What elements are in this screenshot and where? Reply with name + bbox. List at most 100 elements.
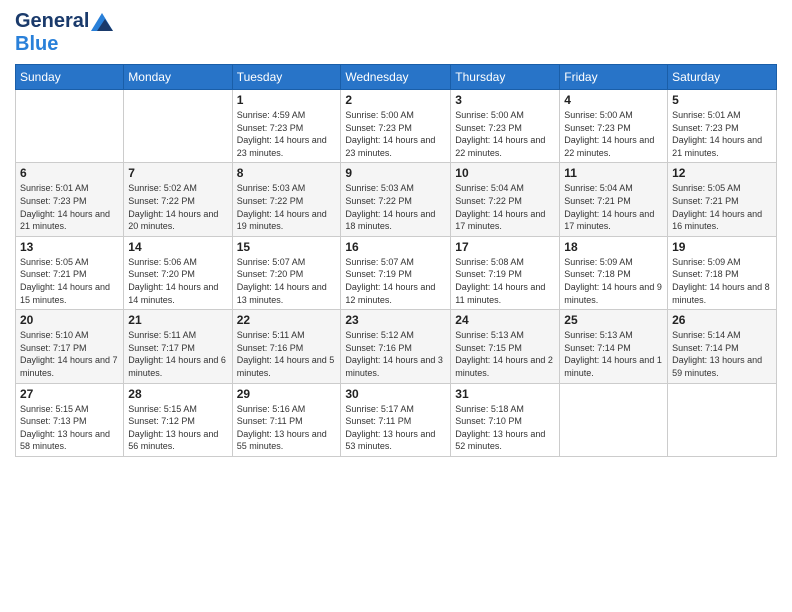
cell-info: Sunrise: 5:11 AMSunset: 7:17 PMDaylight:… bbox=[128, 329, 227, 379]
day-number: 15 bbox=[237, 240, 337, 254]
calendar-cell: 30 Sunrise: 5:17 AMSunset: 7:11 PMDayligh… bbox=[341, 383, 451, 456]
weekday-header-monday: Monday bbox=[124, 65, 232, 90]
calendar-cell: 31 Sunrise: 5:18 AMSunset: 7:10 PMDayligh… bbox=[451, 383, 560, 456]
week-row-2: 6Sunrise: 5:01 AMSunset: 7:23 PMDaylight… bbox=[16, 163, 777, 236]
day-number: 28 bbox=[128, 387, 227, 401]
day-number: 22 bbox=[237, 313, 337, 327]
cell-info: Sunrise: 5:18 AMSunset: 7:10 PMDaylight:… bbox=[455, 403, 555, 453]
weekday-header-tuesday: Tuesday bbox=[232, 65, 341, 90]
cell-info: Sunrise: 5:02 AMSunset: 7:22 PMDaylight:… bbox=[128, 182, 227, 232]
cell-info: Sunrise: 5:05 AMSunset: 7:21 PMDaylight:… bbox=[672, 182, 772, 232]
calendar-table: SundayMondayTuesdayWednesdayThursdayFrid… bbox=[15, 64, 777, 457]
calendar-cell: 7 Sunrise: 5:02 AMSunset: 7:22 PMDaylight… bbox=[124, 163, 232, 236]
cell-info: Sunrise: 5:09 AMSunset: 7:18 PMDaylight:… bbox=[564, 256, 663, 306]
weekday-header-saturday: Saturday bbox=[668, 65, 777, 90]
calendar-cell: 8 Sunrise: 5:03 AMSunset: 7:22 PMDaylight… bbox=[232, 163, 341, 236]
day-number: 2 bbox=[345, 93, 446, 107]
calendar-cell: 5 Sunrise: 5:01 AMSunset: 7:23 PMDaylight… bbox=[668, 90, 777, 163]
cell-info: Sunrise: 5:00 AMSunset: 7:23 PMDaylight:… bbox=[564, 109, 663, 159]
cell-info: Sunrise: 5:01 AMSunset: 7:23 PMDaylight:… bbox=[20, 182, 119, 232]
calendar-cell: 1Sunrise: 4:59 AMSunset: 7:23 PMDaylight… bbox=[232, 90, 341, 163]
header: General Blue bbox=[15, 10, 777, 56]
calendar-cell: 29Sunrise: 5:16 AMSunset: 7:11 PMDayligh… bbox=[232, 383, 341, 456]
cell-info: Sunrise: 4:59 AMSunset: 7:23 PMDaylight:… bbox=[237, 109, 337, 159]
calendar-cell: 20 Sunrise: 5:10 AMSunset: 7:17 PMDayligh… bbox=[16, 310, 124, 383]
day-number: 8 bbox=[237, 166, 337, 180]
calendar-cell: 23 Sunrise: 5:12 AMSunset: 7:16 PMDayligh… bbox=[341, 310, 451, 383]
day-number: 26 bbox=[672, 313, 772, 327]
day-number: 3 bbox=[455, 93, 555, 107]
calendar-cell: 14 Sunrise: 5:06 AMSunset: 7:20 PMDayligh… bbox=[124, 236, 232, 309]
logo: General Blue bbox=[15, 10, 113, 56]
logo-icon bbox=[91, 13, 113, 31]
cell-info: Sunrise: 5:00 AMSunset: 7:23 PMDaylight:… bbox=[455, 109, 555, 159]
cell-info: Sunrise: 5:14 AMSunset: 7:14 PMDaylight:… bbox=[672, 329, 772, 379]
calendar-cell: 22Sunrise: 5:11 AMSunset: 7:16 PMDayligh… bbox=[232, 310, 341, 383]
day-number: 5 bbox=[672, 93, 772, 107]
calendar-cell: 9Sunrise: 5:03 AMSunset: 7:22 PMDaylight… bbox=[341, 163, 451, 236]
day-number: 31 bbox=[455, 387, 555, 401]
calendar-cell: 28 Sunrise: 5:15 AMSunset: 7:12 PMDayligh… bbox=[124, 383, 232, 456]
weekday-header-row: SundayMondayTuesdayWednesdayThursdayFrid… bbox=[16, 65, 777, 90]
calendar-cell: 13Sunrise: 5:05 AMSunset: 7:21 PMDayligh… bbox=[16, 236, 124, 309]
calendar-cell bbox=[560, 383, 668, 456]
calendar-cell: 17Sunrise: 5:08 AMSunset: 7:19 PMDayligh… bbox=[451, 236, 560, 309]
calendar-cell: 11Sunrise: 5:04 AMSunset: 7:21 PMDayligh… bbox=[560, 163, 668, 236]
cell-info: Sunrise: 5:13 AMSunset: 7:15 PMDaylight:… bbox=[455, 329, 555, 379]
cell-info: Sunrise: 5:06 AMSunset: 7:20 PMDaylight:… bbox=[128, 256, 227, 306]
cell-info: Sunrise: 5:01 AMSunset: 7:23 PMDaylight:… bbox=[672, 109, 772, 159]
calendar-cell: 16 Sunrise: 5:07 AMSunset: 7:19 PMDayligh… bbox=[341, 236, 451, 309]
calendar-cell: 10 Sunrise: 5:04 AMSunset: 7:22 PMDayligh… bbox=[451, 163, 560, 236]
logo-general: General bbox=[15, 10, 89, 33]
weekday-header-thursday: Thursday bbox=[451, 65, 560, 90]
logo-blue: Blue bbox=[15, 33, 58, 56]
cell-info: Sunrise: 5:10 AMSunset: 7:17 PMDaylight:… bbox=[20, 329, 119, 379]
cell-info: Sunrise: 5:15 AMSunset: 7:13 PMDaylight:… bbox=[20, 403, 119, 453]
cell-info: Sunrise: 5:07 AMSunset: 7:20 PMDaylight:… bbox=[237, 256, 337, 306]
calendar-cell: 21 Sunrise: 5:11 AMSunset: 7:17 PMDayligh… bbox=[124, 310, 232, 383]
day-number: 10 bbox=[455, 166, 555, 180]
cell-info: Sunrise: 5:17 AMSunset: 7:11 PMDaylight:… bbox=[345, 403, 446, 453]
day-number: 27 bbox=[20, 387, 119, 401]
calendar-cell: 26 Sunrise: 5:14 AMSunset: 7:14 PMDayligh… bbox=[668, 310, 777, 383]
calendar-cell: 27 Sunrise: 5:15 AMSunset: 7:13 PMDayligh… bbox=[16, 383, 124, 456]
cell-info: Sunrise: 5:12 AMSunset: 7:16 PMDaylight:… bbox=[345, 329, 446, 379]
weekday-header-friday: Friday bbox=[560, 65, 668, 90]
day-number: 16 bbox=[345, 240, 446, 254]
week-row-5: 27 Sunrise: 5:15 AMSunset: 7:13 PMDayligh… bbox=[16, 383, 777, 456]
day-number: 13 bbox=[20, 240, 119, 254]
calendar-page: General Blue SundayMondayTuesdayWednesda… bbox=[0, 0, 792, 612]
weekday-header-sunday: Sunday bbox=[16, 65, 124, 90]
week-row-4: 20 Sunrise: 5:10 AMSunset: 7:17 PMDayligh… bbox=[16, 310, 777, 383]
day-number: 7 bbox=[128, 166, 227, 180]
day-number: 4 bbox=[564, 93, 663, 107]
weekday-header-wednesday: Wednesday bbox=[341, 65, 451, 90]
calendar-cell: 25Sunrise: 5:13 AMSunset: 7:14 PMDayligh… bbox=[560, 310, 668, 383]
cell-info: Sunrise: 5:15 AMSunset: 7:12 PMDaylight:… bbox=[128, 403, 227, 453]
week-row-1: 1Sunrise: 4:59 AMSunset: 7:23 PMDaylight… bbox=[16, 90, 777, 163]
day-number: 30 bbox=[345, 387, 446, 401]
calendar-cell: 3 Sunrise: 5:00 AMSunset: 7:23 PMDaylight… bbox=[451, 90, 560, 163]
day-number: 11 bbox=[564, 166, 663, 180]
week-row-3: 13Sunrise: 5:05 AMSunset: 7:21 PMDayligh… bbox=[16, 236, 777, 309]
calendar-cell bbox=[124, 90, 232, 163]
calendar-cell: 24 Sunrise: 5:13 AMSunset: 7:15 PMDayligh… bbox=[451, 310, 560, 383]
cell-info: Sunrise: 5:03 AMSunset: 7:22 PMDaylight:… bbox=[345, 182, 446, 232]
cell-info: Sunrise: 5:07 AMSunset: 7:19 PMDaylight:… bbox=[345, 256, 446, 306]
day-number: 24 bbox=[455, 313, 555, 327]
cell-info: Sunrise: 5:08 AMSunset: 7:19 PMDaylight:… bbox=[455, 256, 555, 306]
day-number: 23 bbox=[345, 313, 446, 327]
calendar-cell: 2 Sunrise: 5:00 AMSunset: 7:23 PMDaylight… bbox=[341, 90, 451, 163]
cell-info: Sunrise: 5:04 AMSunset: 7:22 PMDaylight:… bbox=[455, 182, 555, 232]
calendar-cell: 15 Sunrise: 5:07 AMSunset: 7:20 PMDayligh… bbox=[232, 236, 341, 309]
day-number: 21 bbox=[128, 313, 227, 327]
cell-info: Sunrise: 5:09 AMSunset: 7:18 PMDaylight:… bbox=[672, 256, 772, 306]
calendar-cell: 18Sunrise: 5:09 AMSunset: 7:18 PMDayligh… bbox=[560, 236, 668, 309]
day-number: 14 bbox=[128, 240, 227, 254]
cell-info: Sunrise: 5:03 AMSunset: 7:22 PMDaylight:… bbox=[237, 182, 337, 232]
calendar-cell: 6Sunrise: 5:01 AMSunset: 7:23 PMDaylight… bbox=[16, 163, 124, 236]
calendar-cell: 12Sunrise: 5:05 AMSunset: 7:21 PMDayligh… bbox=[668, 163, 777, 236]
calendar-cell bbox=[16, 90, 124, 163]
cell-info: Sunrise: 5:00 AMSunset: 7:23 PMDaylight:… bbox=[345, 109, 446, 159]
day-number: 20 bbox=[20, 313, 119, 327]
